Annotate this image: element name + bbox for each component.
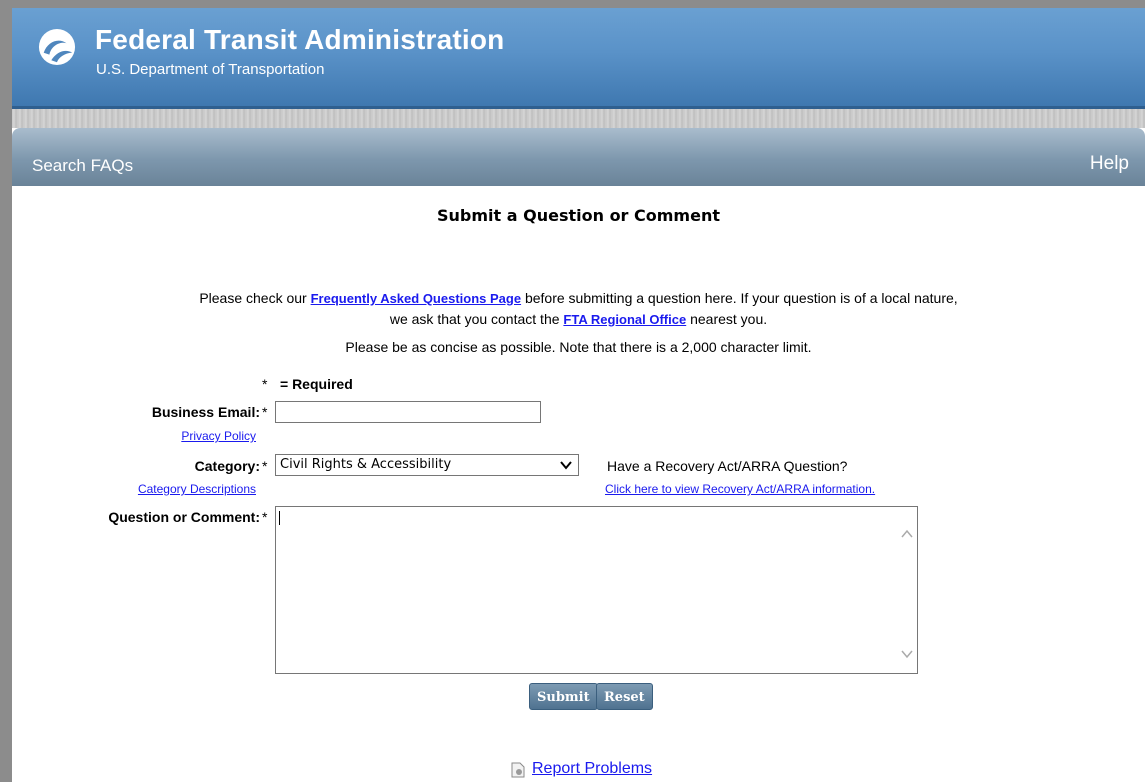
required-star: * (262, 458, 268, 474)
submit-button[interactable]: Submit (529, 683, 598, 710)
header-divider-stripe (12, 109, 1145, 128)
character-limit-note: Please be as concise as possible. Note t… (345, 339, 812, 355)
required-star: * (262, 376, 268, 392)
reset-button[interactable]: Reset (596, 683, 653, 710)
chevron-down-icon (560, 461, 572, 470)
search-faqs-link[interactable]: Search FAQs (32, 156, 133, 176)
question-label: Question or Comment: (108, 509, 260, 525)
required-star: * (262, 509, 268, 525)
site-title: Federal Transit Administration (95, 24, 505, 55)
page: Federal Transit Administration U.S. Depa… (12, 8, 1145, 782)
help-link[interactable]: Help (1090, 153, 1129, 175)
intro-text-part: we ask that you contact the (389, 311, 564, 327)
category-selected-value: Civil Rights & Accessibility (280, 457, 452, 472)
question-textarea[interactable] (275, 506, 918, 674)
report-document-icon (511, 762, 525, 778)
email-label: Business Email: (151, 404, 260, 420)
text-caret (279, 511, 280, 525)
intro-text-part: before submitting a question here. If yo… (521, 290, 958, 306)
email-field[interactable] (275, 401, 541, 423)
intro-text-part: nearest you. (686, 311, 768, 327)
intro-text-part: Please check our (199, 290, 311, 306)
category-descriptions-link[interactable]: Category Descriptions (138, 482, 256, 496)
scroll-down-icon[interactable] (901, 649, 913, 659)
report-problems-link[interactable]: Report Problems (532, 760, 652, 778)
faq-page-link[interactable]: Frequently Asked Questions Page (311, 291, 521, 306)
regional-office-link[interactable]: FTA Regional Office (563, 312, 686, 327)
nav-bar: Search FAQs Help (12, 128, 1145, 186)
category-label: Category: (194, 458, 260, 474)
site-subtitle: U.S. Department of Transportation (96, 61, 325, 78)
category-select[interactable]: Civil Rights & Accessibility (275, 454, 579, 476)
site-header: Federal Transit Administration U.S. Depa… (12, 8, 1145, 109)
page-title: Submit a Question or Comment (437, 206, 720, 225)
dot-logo-icon (38, 28, 76, 66)
privacy-policy-link[interactable]: Privacy Policy (181, 429, 256, 443)
scroll-up-icon[interactable] (901, 529, 913, 539)
required-legend: = Required (280, 376, 353, 392)
intro-text: Please check our Frequently Asked Questi… (12, 288, 1145, 330)
arra-question-text: Have a Recovery Act/ARRA Question? (607, 458, 848, 474)
required-star: * (262, 404, 268, 420)
arra-info-link[interactable]: Click here to view Recovery Act/ARRA inf… (605, 482, 875, 496)
